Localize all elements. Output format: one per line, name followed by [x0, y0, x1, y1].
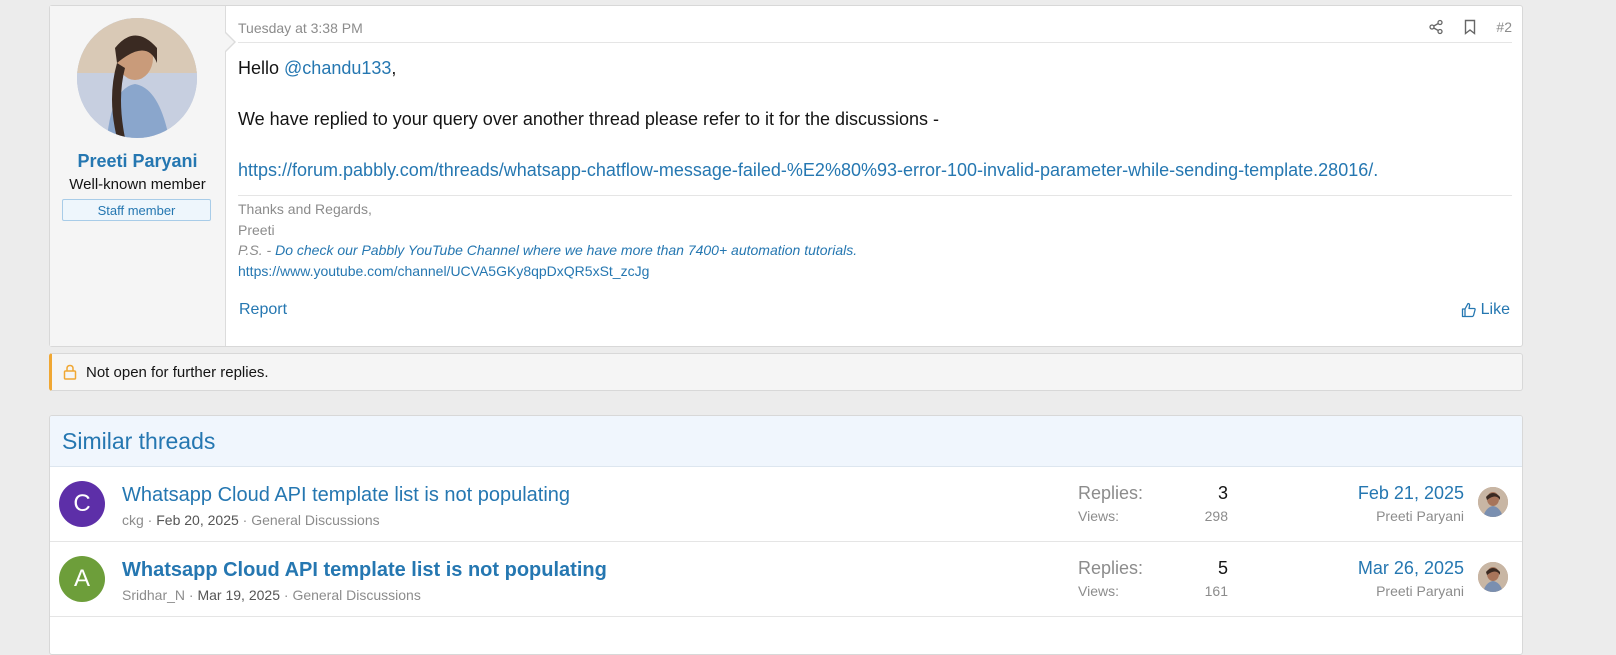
replies-label: Replies:: [1078, 483, 1144, 503]
views-label: Views:: [1078, 583, 1119, 599]
report-button[interactable]: Report: [239, 301, 287, 319]
thread-closed-notice: Not open for further replies.: [49, 353, 1523, 391]
replies-count: 3: [1217, 483, 1228, 503]
thread-date: Mar 19, 2025: [197, 587, 280, 603]
greeting-text: Hello: [238, 58, 285, 78]
like-button[interactable]: Like: [1461, 301, 1510, 319]
bookmark-icon[interactable]: [1462, 19, 1478, 35]
last-post-date[interactable]: Mar 26, 2025: [1358, 558, 1464, 579]
youtube-channel-link[interactable]: Do check our Pabbly YouTube Channel wher…: [275, 242, 857, 258]
thread-row: C Whatsapp Cloud API template list is no…: [50, 467, 1522, 542]
greeting-line: Hello @chandu133,: [238, 58, 396, 79]
thread-author[interactable]: Sridhar_N: [122, 587, 185, 603]
ps-prefix: P.S. -: [238, 242, 276, 258]
thread-title-link[interactable]: Whatsapp Cloud API template list is not …: [122, 559, 607, 582]
thread-author[interactable]: ckg: [122, 512, 144, 528]
thread-author-avatar[interactable]: A: [59, 556, 105, 602]
thread-link[interactable]: https://forum.pabbly.com/threads/whatsap…: [238, 160, 1378, 181]
signature-line-1: Thanks and Regards,: [238, 201, 372, 217]
signature-line-2: Preeti: [238, 222, 275, 238]
thread-stats: Replies: 5 Views: 161: [1078, 558, 1228, 599]
thread-title-link[interactable]: Whatsapp Cloud API template list is not …: [122, 484, 570, 507]
mention-link[interactable]: @chandu133: [284, 58, 391, 78]
user-name[interactable]: Preeti Paryani: [50, 151, 225, 172]
signature-ps: P.S. - Do check our Pabbly YouTube Chann…: [238, 242, 857, 258]
avatar-image: [77, 18, 197, 138]
last-post-user[interactable]: Preeti Paryani: [1358, 508, 1464, 524]
thread-last-post: Feb 21, 2025 Preeti Paryani: [1358, 483, 1464, 524]
similar-threads-block: Similar threads C Whatsapp Cloud API tem…: [49, 415, 1523, 655]
post-message: Preeti Paryani Well-known member Staff m…: [49, 5, 1523, 347]
views-count: 161: [1204, 583, 1228, 599]
like-icon: [1461, 302, 1477, 318]
last-poster-avatar[interactable]: [1478, 562, 1508, 592]
post-actions: #2: [1428, 19, 1512, 35]
thread-forum-link[interactable]: General Discussions: [251, 512, 379, 528]
thread-meta: ckg · Feb 20, 2025 · General Discussions: [122, 512, 380, 528]
thread-author-avatar[interactable]: C: [59, 481, 105, 527]
thread-meta: Sridhar_N · Mar 19, 2025 · General Discu…: [122, 587, 421, 603]
thread-forum-link[interactable]: General Discussions: [292, 587, 420, 603]
lock-icon: [62, 364, 78, 380]
post-number-link[interactable]: #2: [1496, 19, 1512, 35]
notice-text: Not open for further replies.: [86, 363, 269, 381]
greeting-suffix: ,: [391, 58, 397, 78]
thread-last-post: Mar 26, 2025 Preeti Paryani: [1358, 558, 1464, 599]
replies-count: 5: [1217, 558, 1228, 578]
thread-date: Feb 20, 2025: [156, 512, 239, 528]
like-label: Like: [1480, 301, 1510, 318]
last-post-date[interactable]: Feb 21, 2025: [1358, 483, 1464, 504]
views-label: Views:: [1078, 508, 1119, 524]
views-count: 298: [1204, 508, 1228, 524]
last-post-user[interactable]: Preeti Paryani: [1358, 583, 1464, 599]
share-icon[interactable]: [1428, 19, 1444, 35]
user-avatar[interactable]: [77, 18, 197, 138]
post-user-column: Preeti Paryani Well-known member Staff m…: [50, 6, 236, 346]
youtube-url-link[interactable]: https://www.youtube.com/channel/UCVA5GKy…: [238, 263, 649, 279]
post-date[interactable]: Tuesday at 3:38 PM: [238, 20, 363, 36]
signature-divider: [238, 195, 1512, 196]
message-paragraph: We have replied to your query over anoth…: [238, 109, 940, 129]
last-poster-avatar[interactable]: [1478, 487, 1508, 517]
similar-threads-heading: Similar threads: [50, 416, 1522, 467]
header-divider: [238, 42, 1512, 43]
post-content: Tuesday at 3:38 PM #2 Hello @chandu133, …: [226, 6, 1522, 346]
replies-label: Replies:: [1078, 558, 1144, 578]
thread-stats: Replies: 3 Views: 298: [1078, 483, 1228, 524]
user-title: Well-known member: [69, 176, 206, 193]
thread-row: A Whatsapp Cloud API template list is no…: [50, 542, 1522, 617]
staff-badge: Staff member: [62, 199, 211, 221]
